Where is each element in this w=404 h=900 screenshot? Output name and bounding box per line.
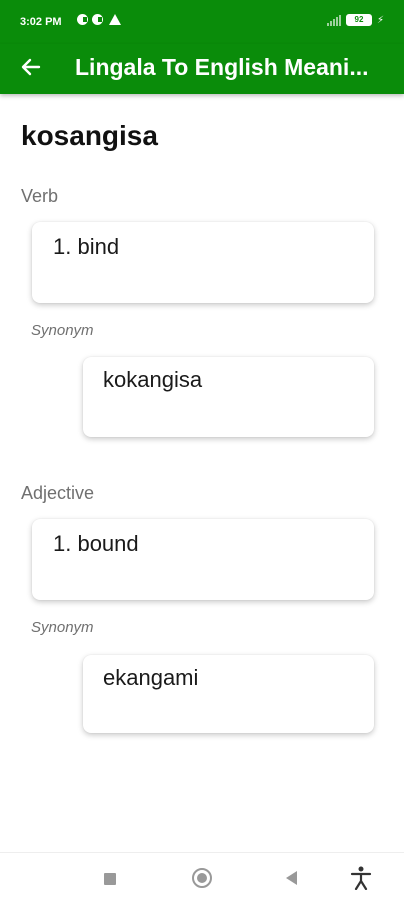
meaning-text: 1. bound [53, 531, 139, 556]
app-notification-icon [92, 14, 103, 25]
arrow-left-icon [21, 58, 41, 76]
recent-apps-icon[interactable] [104, 873, 116, 885]
synonym-text: ekangami [103, 665, 199, 690]
synonym-label: Synonym [31, 322, 94, 339]
synonym-text: kokangisa [103, 367, 203, 392]
synonym-label: Synonym [31, 619, 94, 636]
warning-icon [109, 14, 121, 25]
navigation-bar [0, 852, 404, 900]
synonym-card[interactable]: kokangisa [83, 357, 374, 437]
home-icon[interactable] [192, 868, 212, 888]
signal-icon [326, 14, 341, 26]
notification-icons [77, 14, 121, 25]
meaning-card[interactable]: 1. bound [32, 519, 374, 600]
battery-icon: 92 [345, 14, 372, 26]
status-time: 3:02 PM [20, 16, 62, 28]
part-of-speech-label: Adjective [21, 483, 95, 503]
part-of-speech-label: Verb [21, 186, 59, 206]
system-icons: 92 ⚡ [326, 14, 384, 26]
back-button[interactable] [16, 52, 46, 82]
status-bar: 3:02 PM 92 ⚡ [0, 0, 404, 44]
charging-icon: ⚡ [376, 14, 384, 26]
app-title: Lingala To English Meani... [75, 54, 369, 80]
app-bar: Lingala To English Meani... [0, 44, 404, 94]
word-title: kosangisa [21, 120, 158, 151]
meaning-text: 1. bind [53, 234, 120, 259]
app-notification-icon [77, 14, 88, 25]
synonym-card[interactable]: ekangami [83, 655, 374, 733]
accessibility-icon[interactable] [350, 866, 372, 890]
back-icon[interactable] [286, 871, 297, 885]
meaning-card[interactable]: 1. bind [32, 222, 374, 303]
